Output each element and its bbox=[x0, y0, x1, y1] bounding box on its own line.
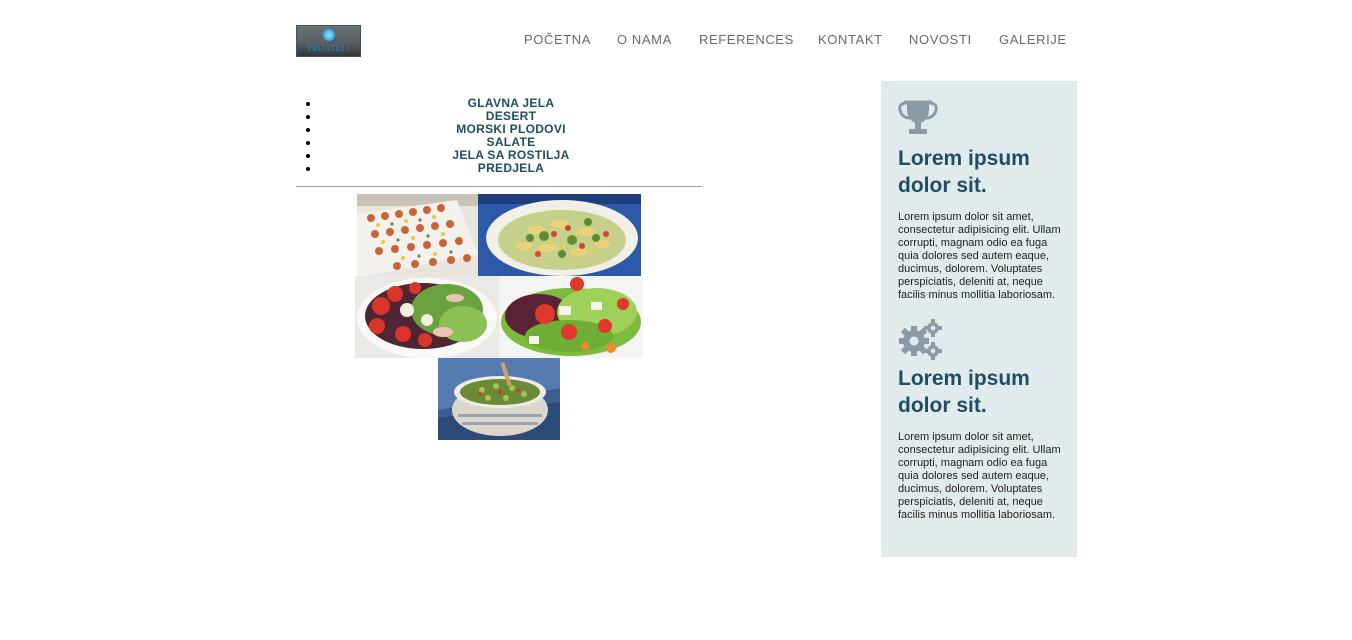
trophy-icon bbox=[898, 99, 938, 137]
gears-icon bbox=[898, 319, 944, 361]
tabbouleh-bowl-photo[interactable] bbox=[438, 358, 560, 440]
feature-block-1: Lorem ipsum dolor sit. Lorem ipsum dolor… bbox=[898, 99, 1063, 302]
nav-item-novosti[interactable]: NOVOSTI bbox=[909, 32, 972, 47]
nav-item-references[interactable]: REFERENCES bbox=[699, 32, 794, 47]
main-nav: POČETNA O NAMA REFERENCES KONTAKT NOVOST… bbox=[0, 32, 1352, 48]
category-predjela[interactable]: PREDJELA bbox=[320, 162, 702, 175]
nav-item-pocetna[interactable]: POČETNA bbox=[524, 32, 591, 47]
canapes-platter-photo[interactable] bbox=[357, 194, 478, 276]
category-list: GLAVNA JELA DESERT MORSKI PLODOVI SALATE… bbox=[296, 97, 702, 175]
feature-text: Lorem ipsum dolor sit amet, consectetur … bbox=[898, 431, 1061, 521]
feature-title: Lorem ipsum dolor sit. bbox=[898, 147, 1030, 197]
nav-item-galerije[interactable]: GALERIJE bbox=[999, 32, 1067, 47]
sidebar-panel: Lorem ipsum dolor sit. Lorem ipsum dolor… bbox=[881, 81, 1077, 557]
pasta-salad-photo[interactable] bbox=[478, 194, 641, 276]
green-salad-photo[interactable] bbox=[499, 276, 643, 358]
divider bbox=[296, 186, 702, 187]
tomato-salad-photo[interactable] bbox=[355, 276, 499, 358]
nav-item-o-nama[interactable]: O NAMA bbox=[617, 32, 672, 47]
feature-block-2: Lorem ipsum dolor sit. Lorem ipsum dolor… bbox=[898, 319, 1063, 522]
feature-text: Lorem ipsum dolor sit amet, consectetur … bbox=[898, 211, 1061, 301]
feature-title: Lorem ipsum dolor sit. bbox=[898, 367, 1030, 417]
nav-item-kontakt[interactable]: KONTAKT bbox=[818, 32, 883, 47]
